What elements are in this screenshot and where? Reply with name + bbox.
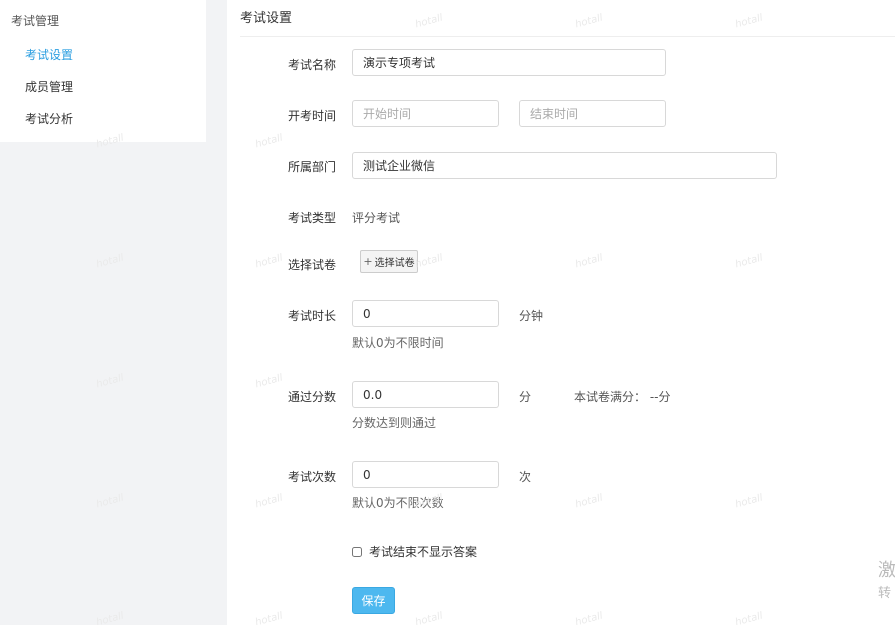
sidebar-group-title: 考试管理 — [11, 14, 60, 28]
watermark: hotall — [95, 372, 126, 391]
attempts-hint: 默认0为不限次数 — [352, 496, 444, 510]
department-label: 所属部门 — [288, 160, 337, 174]
page-title: 考试设置 — [240, 11, 293, 26]
attempts-label: 考试次数 — [288, 470, 337, 484]
hide-answers-checkbox[interactable] — [352, 546, 362, 557]
watermark: hotall — [95, 252, 126, 271]
attempts-input[interactable] — [352, 461, 499, 488]
pass-score-label: 通过分数 — [288, 390, 337, 404]
exam-type-value: 评分考试 — [352, 211, 401, 225]
paper-label: 选择试卷 — [288, 258, 337, 272]
select-paper-button[interactable]: + 选择试卷 — [360, 250, 418, 273]
exam-name-label: 考试名称 — [288, 58, 337, 72]
watermark: hotall — [95, 492, 126, 511]
main-panel: 考试设置 考试名称 开考时间 所属部门 考试类型 评分考试 选择试卷 + 选择试… — [227, 0, 895, 625]
pass-score-unit: 分 — [519, 390, 532, 404]
duration-label: 考试时长 — [288, 309, 337, 323]
edge-text-2: 转 — [878, 586, 892, 601]
department-input[interactable] — [352, 152, 777, 179]
plus-icon: + — [363, 255, 373, 268]
exam-time-label: 开考时间 — [288, 109, 337, 123]
exam-name-input[interactable] — [352, 49, 666, 76]
save-button[interactable]: 保存 — [352, 587, 395, 614]
select-paper-button-label: 选择试卷 — [374, 258, 415, 269]
pass-score-input[interactable] — [352, 381, 499, 408]
hide-answers-label: 考试结束不显示答案 — [369, 545, 478, 559]
sidebar-item-exam-settings[interactable]: 考试设置 — [25, 46, 73, 63]
sidebar-item-member-management[interactable]: 成员管理 — [25, 78, 73, 95]
full-score-text: 本试卷满分： --分 — [574, 390, 671, 404]
end-time-input[interactable] — [519, 100, 666, 127]
duration-unit: 分钟 — [519, 309, 544, 323]
exam-type-label: 考试类型 — [288, 211, 337, 225]
attempts-unit: 次 — [519, 470, 532, 484]
watermark: hotall — [95, 610, 126, 625]
sidebar: 考试管理 考试设置 成员管理 考试分析 — [0, 0, 206, 142]
duration-hint: 默认0为不限时间 — [352, 336, 444, 350]
hide-answers-option[interactable]: 考试结束不显示答案 — [352, 543, 477, 560]
title-divider — [240, 36, 895, 37]
duration-input[interactable] — [352, 300, 499, 327]
edge-text-1: 激 — [878, 560, 895, 581]
pass-score-hint: 分数达到则通过 — [352, 416, 437, 430]
sidebar-item-exam-analysis[interactable]: 考试分析 — [25, 110, 73, 127]
start-time-input[interactable] — [352, 100, 499, 127]
